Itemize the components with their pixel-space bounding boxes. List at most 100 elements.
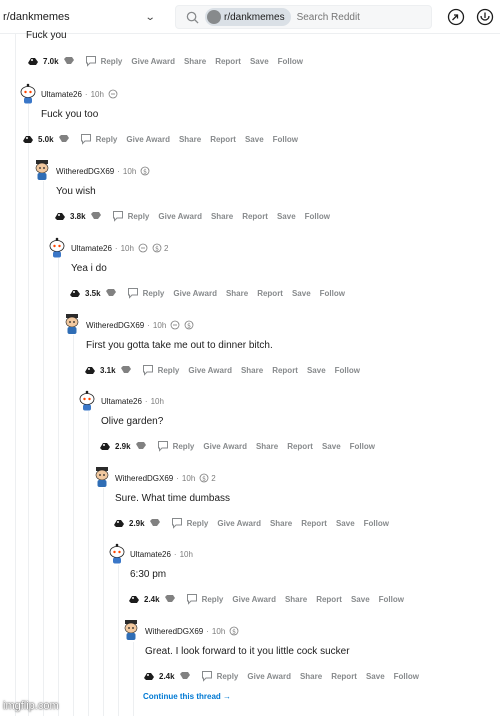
- avatar[interactable]: [46, 236, 68, 258]
- give-award-button[interactable]: Give Award: [247, 672, 291, 681]
- username[interactable]: WitheredDGX69: [56, 167, 114, 176]
- comment-meta: Ultamate26 · 10h: [101, 394, 496, 408]
- give-award-button[interactable]: Give Award: [217, 519, 261, 528]
- report-button[interactable]: Report: [257, 289, 283, 298]
- save-button[interactable]: Save: [307, 366, 326, 375]
- report-button[interactable]: Report: [272, 366, 298, 375]
- save-button[interactable]: Save: [292, 289, 311, 298]
- comment-body: Fuck you: [26, 30, 67, 41]
- follow-button[interactable]: Follow: [350, 442, 375, 451]
- report-button[interactable]: Report: [210, 135, 236, 144]
- follow-button[interactable]: Follow: [364, 519, 389, 528]
- share-button[interactable]: Share: [285, 595, 307, 604]
- meta-separator: ·: [117, 166, 120, 176]
- reply-button[interactable]: Reply: [187, 519, 209, 528]
- username[interactable]: Ultamate26: [101, 397, 142, 406]
- report-button[interactable]: Report: [242, 212, 268, 221]
- give-award-button[interactable]: Give Award: [173, 289, 217, 298]
- upvote-icon[interactable]: [83, 363, 97, 377]
- search-input[interactable]: [296, 11, 417, 23]
- give-award-button[interactable]: Give Award: [131, 57, 175, 66]
- downvote-icon[interactable]: [89, 209, 103, 223]
- subreddit-selector[interactable]: r/dankmemes ⌄: [3, 6, 158, 28]
- avatar[interactable]: [17, 82, 39, 104]
- upvote-icon[interactable]: [53, 209, 67, 223]
- share-button[interactable]: Share: [270, 519, 292, 528]
- report-button[interactable]: Report: [215, 57, 241, 66]
- follow-button[interactable]: Follow: [278, 57, 303, 66]
- save-button[interactable]: Save: [277, 212, 296, 221]
- give-award-button[interactable]: Give Award: [203, 442, 247, 451]
- username[interactable]: Ultamate26: [41, 90, 82, 99]
- save-button[interactable]: Save: [351, 595, 370, 604]
- follow-button[interactable]: Follow: [273, 135, 298, 144]
- upvote-icon[interactable]: [127, 592, 141, 606]
- search-subreddit-chip[interactable]: r/dankmemes: [205, 8, 291, 26]
- follow-button[interactable]: Follow: [379, 595, 404, 604]
- reply-button[interactable]: Reply: [128, 212, 150, 221]
- give-award-button[interactable]: Give Award: [126, 135, 170, 144]
- give-award-button[interactable]: Give Award: [158, 212, 202, 221]
- give-award-button[interactable]: Give Award: [188, 366, 232, 375]
- avatar[interactable]: [120, 619, 142, 641]
- upvote-icon[interactable]: [98, 439, 112, 453]
- downvote-icon[interactable]: [163, 592, 177, 606]
- username[interactable]: WitheredDGX69: [115, 474, 173, 483]
- upvote-icon[interactable]: [26, 54, 40, 68]
- share-button[interactable]: Share: [184, 57, 206, 66]
- notification-icon[interactable]: [476, 8, 494, 26]
- report-button[interactable]: Report: [316, 595, 342, 604]
- downvote-icon[interactable]: [134, 439, 148, 453]
- reply-button[interactable]: Reply: [202, 595, 224, 604]
- follow-button[interactable]: Follow: [394, 672, 419, 681]
- popular-icon[interactable]: [447, 8, 465, 26]
- follow-button[interactable]: Follow: [320, 289, 345, 298]
- downvote-icon[interactable]: [104, 286, 118, 300]
- avatar[interactable]: [31, 159, 53, 181]
- downvote-icon[interactable]: [148, 516, 162, 530]
- share-button[interactable]: Share: [256, 442, 278, 451]
- save-button[interactable]: Save: [322, 442, 341, 451]
- report-button[interactable]: Report: [331, 672, 357, 681]
- timestamp: 10h: [211, 626, 226, 636]
- reply-button[interactable]: Reply: [101, 57, 123, 66]
- save-button[interactable]: Save: [245, 135, 264, 144]
- follow-button[interactable]: Follow: [305, 212, 330, 221]
- reply-button[interactable]: Reply: [173, 442, 195, 451]
- save-button[interactable]: Save: [250, 57, 269, 66]
- avatar[interactable]: [76, 389, 98, 411]
- upvote-icon[interactable]: [68, 286, 82, 300]
- downvote-icon[interactable]: [119, 363, 133, 377]
- share-button[interactable]: Share: [241, 366, 263, 375]
- save-button[interactable]: Save: [366, 672, 385, 681]
- continue-thread-link[interactable]: Continue this thread →: [143, 692, 231, 701]
- upvote-icon[interactable]: [21, 132, 35, 146]
- share-button[interactable]: Share: [179, 135, 201, 144]
- report-button[interactable]: Report: [287, 442, 313, 451]
- reply-button[interactable]: Reply: [217, 672, 239, 681]
- share-button[interactable]: Share: [300, 672, 322, 681]
- search-bar[interactable]: r/dankmemes: [175, 5, 432, 29]
- downvote-icon[interactable]: [57, 132, 71, 146]
- share-button[interactable]: Share: [226, 289, 248, 298]
- downvote-icon[interactable]: [62, 54, 76, 68]
- follow-button[interactable]: Follow: [335, 366, 360, 375]
- upvote-icon[interactable]: [142, 669, 156, 683]
- avatar[interactable]: [106, 542, 128, 564]
- upvote-icon[interactable]: [112, 516, 126, 530]
- share-button[interactable]: Share: [211, 212, 233, 221]
- avatar[interactable]: [61, 313, 83, 335]
- give-award-button[interactable]: Give Award: [232, 595, 276, 604]
- reply-button[interactable]: Reply: [143, 289, 165, 298]
- reply-button[interactable]: Reply: [158, 366, 180, 375]
- report-button[interactable]: Report: [301, 519, 327, 528]
- reply-button[interactable]: Reply: [96, 135, 118, 144]
- username[interactable]: Ultamate26: [71, 244, 112, 253]
- svg-text:$: $: [232, 628, 236, 635]
- avatar[interactable]: [91, 466, 113, 488]
- username[interactable]: WitheredDGX69: [86, 321, 144, 330]
- username[interactable]: Ultamate26: [130, 550, 171, 559]
- username[interactable]: WitheredDGX69: [145, 627, 203, 636]
- downvote-icon[interactable]: [178, 669, 192, 683]
- save-button[interactable]: Save: [336, 519, 355, 528]
